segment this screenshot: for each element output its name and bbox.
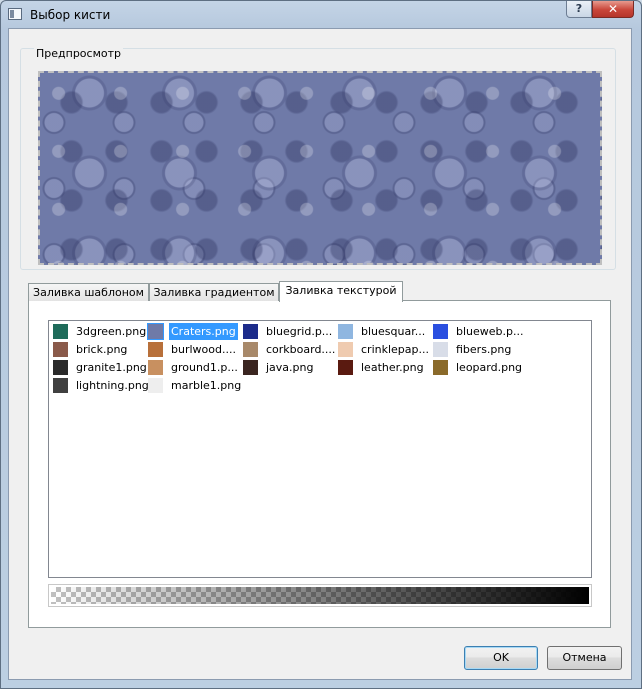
texture-thumbnail-icon: [243, 360, 258, 375]
opacity-gradient: [51, 587, 589, 604]
preview-group-label: Предпросмотр: [34, 47, 123, 61]
texture-item-label: burlwood....: [171, 343, 236, 356]
texture-item-label: leopard.png: [456, 361, 523, 374]
texture-item-label: granite1.png: [76, 361, 147, 374]
opacity-gradient-bar[interactable]: [48, 584, 592, 607]
texture-item-label: java.png: [266, 361, 314, 374]
texture-thumbnail-icon: [53, 342, 68, 357]
tab-pattern-fill[interactable]: Заливка шаблоном: [28, 283, 149, 301]
title-bar[interactable]: Выбор кисти ? ✕: [1, 1, 641, 29]
texture-thumbnail-icon: [243, 342, 258, 357]
cancel-button[interactable]: Отмена: [547, 646, 622, 670]
texture-thumbnail-icon: [148, 360, 163, 375]
texture-item-label: fibers.png: [456, 343, 512, 356]
texture-item-label: leather.png: [361, 361, 424, 374]
texture-item-label: Craters.png: [169, 323, 238, 340]
texture-item-label: marble1.png: [171, 379, 242, 392]
texture-thumbnail-icon: [53, 324, 68, 339]
texture-thumbnail-icon: [338, 342, 353, 357]
texture-item-label: bluegrid.p...: [266, 325, 333, 338]
texture-thumbnail-icon: [433, 342, 448, 357]
texture-thumbnail-icon: [243, 324, 258, 339]
tab-texture-fill[interactable]: Заливка текстурой: [279, 281, 403, 302]
texture-thumbnail-icon: [433, 360, 448, 375]
texture-item-label: corkboard....: [266, 343, 336, 356]
texture-thumbnail-icon: [148, 378, 163, 393]
texture-thumbnail-icon: [147, 323, 164, 340]
texture-thumbnail-icon: [53, 378, 68, 393]
texture-item-label: lightning.png: [76, 379, 149, 392]
close-button[interactable]: ✕: [592, 1, 634, 18]
texture-thumbnail-icon: [433, 324, 448, 339]
help-button[interactable]: ?: [566, 1, 592, 18]
texture-thumbnail-icon: [338, 324, 353, 339]
texture-thumbnail-icon: [148, 342, 163, 357]
texture-item-label: 3dgreen.png: [76, 325, 147, 338]
texture-item-label: brick.png: [76, 343, 128, 356]
window-title: Выбор кисти: [30, 8, 111, 22]
texture-item-label: crinklepap...: [361, 343, 429, 356]
tab-gradient-fill[interactable]: Заливка градиентом: [149, 283, 279, 301]
texture-thumbnail-icon: [53, 360, 68, 375]
texture-item-label: bluesquar...: [361, 325, 426, 338]
ok-button[interactable]: OK: [464, 646, 538, 670]
texture-thumbnail-icon: [338, 360, 353, 375]
texture-item-label: blueweb.p...: [456, 325, 524, 338]
texture-preview: [38, 71, 602, 265]
window-icon: [8, 8, 22, 20]
texture-item-label: ground1.p...: [171, 361, 238, 374]
texture-list[interactable]: 3dgreen.png Craters.png bluegrid.p... blues…: [48, 320, 592, 578]
